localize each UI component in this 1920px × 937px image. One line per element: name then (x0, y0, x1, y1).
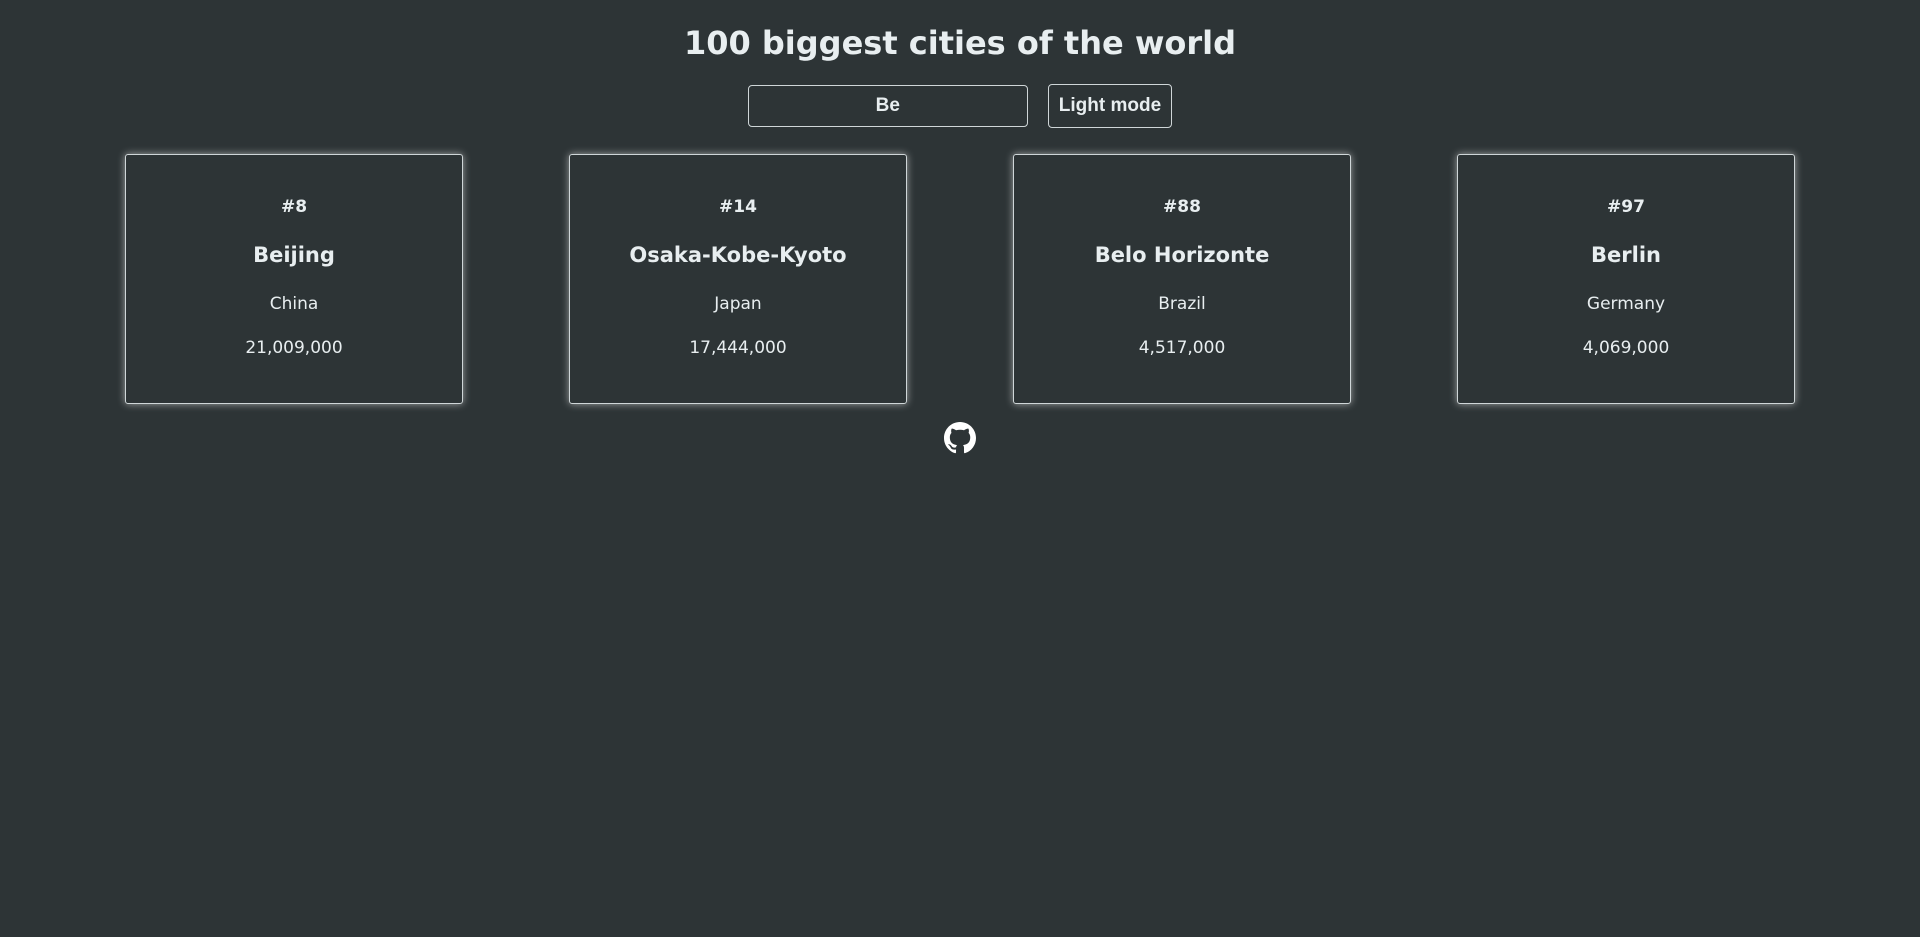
city-country: Brazil (1158, 294, 1206, 314)
city-card: #8 Beijing China 21,009,000 (125, 154, 463, 404)
controls-bar: Light mode (0, 84, 1920, 128)
github-link[interactable] (944, 422, 976, 454)
city-card: #97 Berlin Germany 4,069,000 (1457, 154, 1795, 404)
city-name: Osaka-Kobe-Kyoto (629, 243, 847, 267)
city-rank: #88 (1163, 197, 1201, 217)
city-country: Japan (714, 294, 762, 314)
city-country: China (269, 294, 319, 314)
city-population: 4,069,000 (1582, 338, 1670, 358)
page: 100 biggest cities of the world Light mo… (0, 0, 1920, 937)
city-card: #14 Osaka-Kobe-Kyoto Japan 17,444,000 (569, 154, 907, 404)
city-card-list: #8 Beijing China 21,009,000 #14 Osaka-Ko… (125, 154, 1795, 404)
city-rank: #14 (719, 197, 757, 217)
city-name: Berlin (1591, 243, 1661, 267)
footer (0, 422, 1920, 454)
city-country: Germany (1586, 294, 1666, 314)
city-name: Beijing (253, 243, 335, 267)
city-population: 21,009,000 (245, 338, 343, 358)
city-name: Belo Horizonte (1094, 243, 1270, 267)
light-mode-button[interactable]: Light mode (1047, 84, 1173, 128)
github-icon (944, 422, 976, 454)
city-rank: #8 (280, 197, 308, 217)
city-population: 4,517,000 (1138, 338, 1226, 358)
page-title: 100 biggest cities of the world (683, 24, 1237, 62)
search-input[interactable] (747, 85, 1028, 127)
city-card: #88 Belo Horizonte Brazil 4,517,000 (1013, 154, 1351, 404)
city-rank: #97 (1607, 197, 1645, 217)
city-population: 17,444,000 (689, 338, 787, 358)
